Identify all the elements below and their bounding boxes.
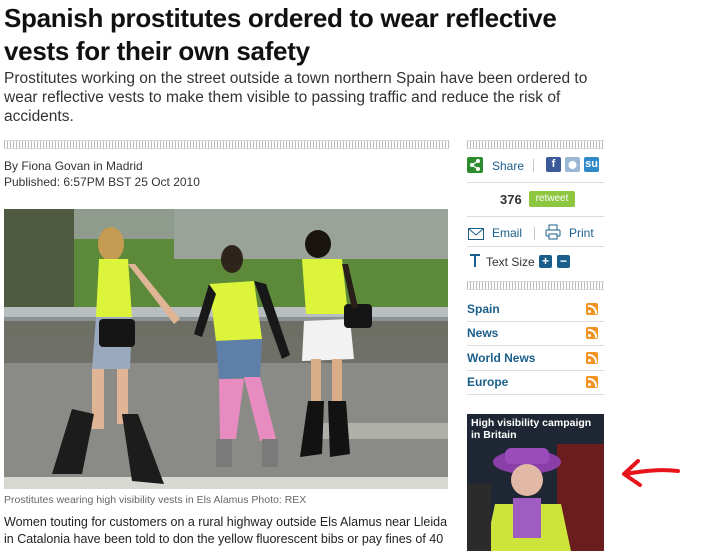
- sidebar-divider: [467, 140, 604, 149]
- rss-icon[interactable]: [586, 303, 598, 315]
- topic-link-world-news[interactable]: World News: [467, 351, 535, 365]
- sidebar-rule: [467, 182, 604, 183]
- photo-caption: Prostitutes wearing high visibility vest…: [4, 494, 307, 506]
- annotation-arrow-icon: [618, 455, 682, 496]
- tweet-count: 376: [500, 192, 522, 207]
- share-button[interactable]: Share: [492, 159, 524, 173]
- promo-title: High visibility campaign in Britain: [471, 417, 592, 441]
- article-body: Women touting for customers on a rural h…: [4, 515, 448, 551]
- topic-rule: [467, 321, 604, 322]
- stumbleupon-icon[interactable]: su: [584, 157, 599, 172]
- rss-icon[interactable]: [586, 352, 598, 364]
- print-link[interactable]: Print: [569, 226, 594, 240]
- text-size-label: Text Size: [486, 255, 535, 269]
- promo-gallery-link[interactable]: High visibility campaign in Britain: [467, 414, 604, 551]
- share-row: Share f su: [467, 155, 604, 177]
- rss-icon[interactable]: [586, 327, 598, 339]
- topic-rule: [467, 394, 604, 395]
- byline: By Fiona Govan in Madrid Published: 6:57…: [4, 158, 200, 190]
- digg-icon[interactable]: [565, 157, 580, 172]
- article-standfirst: Prostitutes working on the street outsid…: [4, 70, 588, 125]
- share-separator: [533, 159, 534, 172]
- text-size-decrease-button[interactable]: −: [557, 255, 570, 268]
- topic-rule: [467, 345, 604, 346]
- section-divider: [4, 140, 449, 149]
- topic-rule: [467, 370, 604, 371]
- rss-icon[interactable]: [586, 376, 598, 388]
- photo-street-scene: [4, 209, 448, 489]
- facebook-icon[interactable]: f: [546, 157, 561, 172]
- text-size-icon: [469, 254, 481, 273]
- topic-link-spain[interactable]: Spain: [467, 302, 500, 316]
- email-icon[interactable]: [468, 227, 484, 245]
- article-headline: Spanish prostitutes ordered to wear refl…: [4, 2, 604, 68]
- article-photo: [4, 209, 448, 489]
- share-icon[interactable]: [467, 157, 483, 173]
- topic-link-europe[interactable]: Europe: [467, 375, 508, 389]
- byline-author: By Fiona Govan in Madrid: [4, 159, 143, 173]
- sidebar-rule: [467, 216, 604, 217]
- text-size-increase-button[interactable]: +: [539, 255, 552, 268]
- headline-line-1: Spanish prostitutes ordered to wear refl…: [4, 3, 557, 33]
- headline-line-2: vests for their own safety: [4, 36, 310, 66]
- email-link[interactable]: Email: [492, 226, 522, 240]
- email-print-separator: [534, 227, 535, 240]
- topic-link-news[interactable]: News: [467, 326, 498, 340]
- retweet-button[interactable]: retweet: [529, 191, 575, 207]
- print-icon[interactable]: [545, 224, 561, 245]
- sidebar-rule: [467, 246, 604, 247]
- byline-published: Published: 6:57PM BST 25 Oct 2010: [4, 175, 200, 189]
- topics-divider: [467, 281, 604, 290]
